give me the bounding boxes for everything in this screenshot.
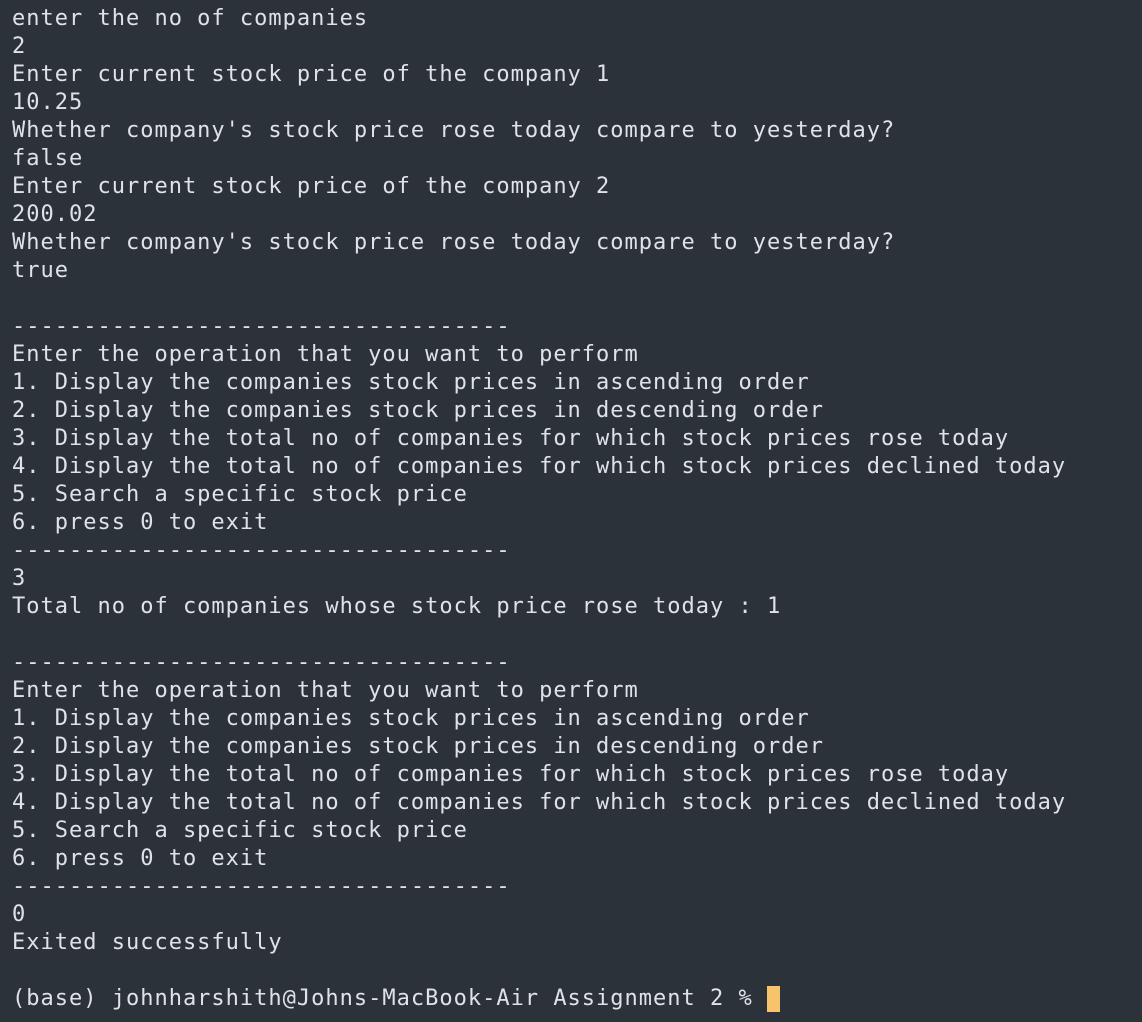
output-line: Whether company's stock price rose today… <box>12 118 896 143</box>
menu-option: 3. Display the total no of companies for… <box>12 762 1010 787</box>
output-line: Enter current stock price of the company… <box>12 62 611 87</box>
menu-heading: Enter the operation that you want to per… <box>12 678 639 703</box>
output-line: Exited successfully <box>12 930 283 955</box>
menu-option: 5. Search a specific stock price <box>12 818 468 843</box>
menu-heading: Enter the operation that you want to per… <box>12 342 639 367</box>
menu-option: 5. Search a specific stock price <box>12 482 468 507</box>
text-cursor <box>766 986 780 1012</box>
separator-line: ----------------------------------- <box>12 538 511 563</box>
menu-option: 6. press 0 to exit <box>12 510 269 535</box>
output-line: false <box>12 146 84 171</box>
menu-option: 6. press 0 to exit <box>12 846 269 871</box>
separator-line: ----------------------------------- <box>12 650 511 675</box>
menu-option: 2. Display the companies stock prices in… <box>12 734 824 759</box>
output-line: true <box>12 258 69 283</box>
menu-option: 1. Display the companies stock prices in… <box>12 706 810 731</box>
shell-prompt-line[interactable]: (base) johnharshith@Johns-MacBook-Air As… <box>12 985 1142 1013</box>
output-line: 3 <box>12 566 27 591</box>
output-line: 0 <box>12 902 27 927</box>
output-line: Whether company's stock price rose today… <box>12 230 896 255</box>
output-line: 200.02 <box>12 202 98 227</box>
menu-option: 4. Display the total no of companies for… <box>12 454 1067 479</box>
menu-option: 2. Display the companies stock prices in… <box>12 398 824 423</box>
output-line: 10.25 <box>12 90 84 115</box>
output-line: Total no of companies whose stock price … <box>12 594 782 619</box>
separator-line: ----------------------------------- <box>12 874 511 899</box>
menu-option: 1. Display the companies stock prices in… <box>12 370 810 395</box>
menu-option: 3. Display the total no of companies for… <box>12 426 1010 451</box>
terminal-window[interactable]: enter the no of companies 2 Enter curren… <box>0 0 1142 1022</box>
output-line: 2 <box>12 34 27 59</box>
output-line: enter the no of companies <box>12 6 369 31</box>
separator-line: ----------------------------------- <box>12 314 511 339</box>
output-line: Enter current stock price of the company… <box>12 174 611 199</box>
shell-prompt: (base) johnharshith@Johns-MacBook-Air As… <box>12 986 753 1011</box>
menu-option: 4. Display the total no of companies for… <box>12 790 1067 815</box>
